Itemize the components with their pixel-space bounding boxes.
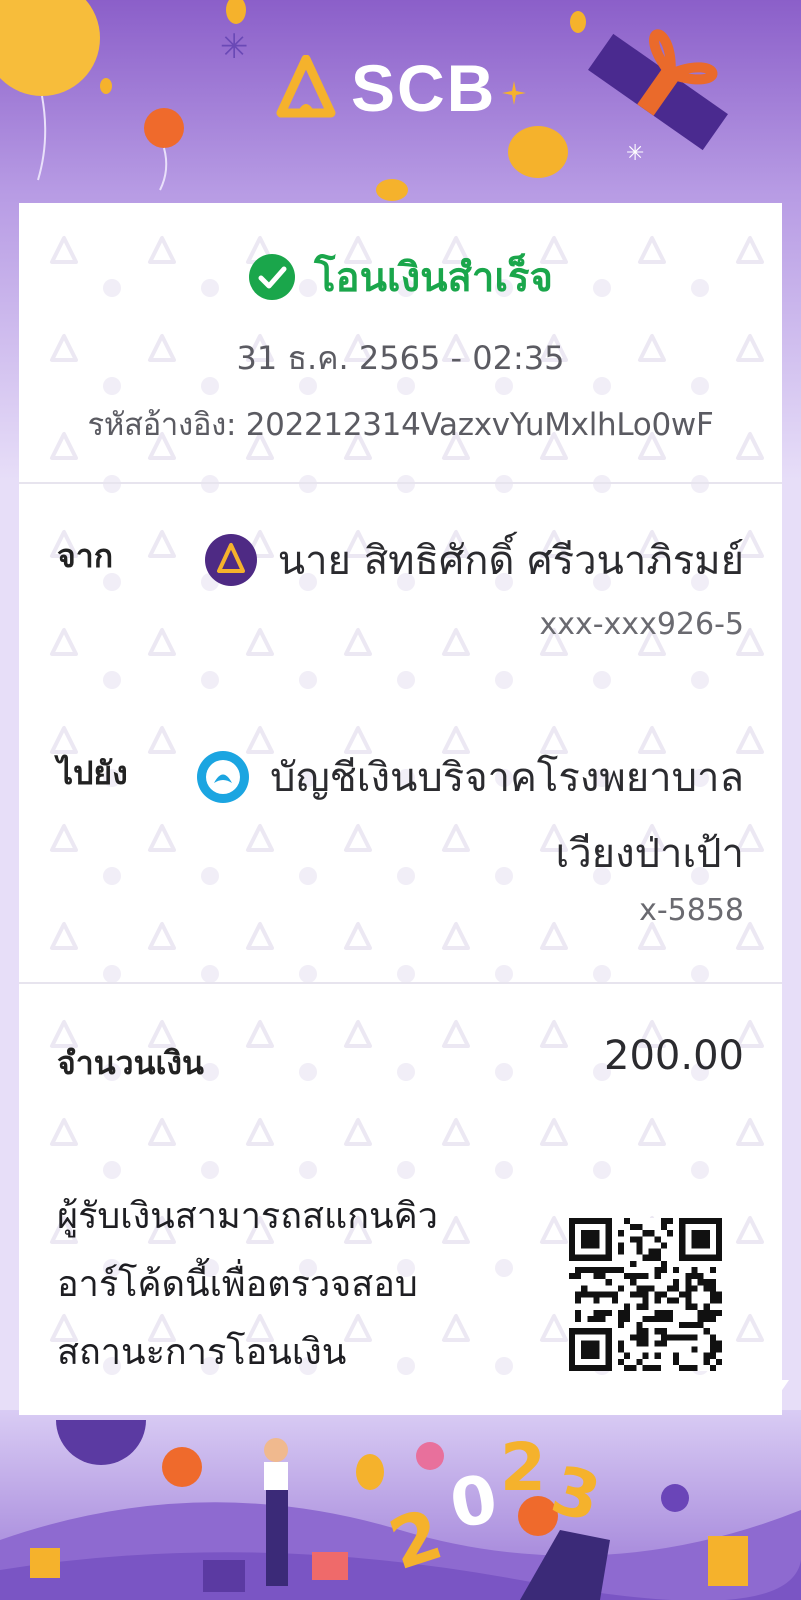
- scb-lotus-icon: [276, 55, 336, 118]
- scb-logo: SCB: [275, 52, 528, 124]
- svg-text:✳: ✳: [220, 27, 249, 67]
- to-name-line2: เวียงป่าเป้า: [555, 831, 744, 877]
- from-account-holder: นาย สิทธิศักดิ์ ศรีวนาภิรมย์: [204, 528, 744, 592]
- transfer-status: โอนเงินสำเร็จ: [314, 255, 553, 301]
- qr-instruction-line: ผู้รับเงินสามารถสแกนคิว: [57, 1196, 438, 1237]
- to-account-holder: บัญชีเงินบริจาคโรงพยาบาล: [196, 745, 744, 809]
- sparkle-icon: [502, 81, 527, 105]
- check-circle-icon: [249, 254, 296, 300]
- from-label: จาก: [57, 537, 114, 575]
- from-name: นาย สิทธิศักดิ์ ศรีวนาภิรมย์: [277, 538, 744, 584]
- reference-number: รหัสอ้างอิง: 202212314VazxvYuMxlhLo0wF: [87, 407, 714, 443]
- transfer-datetime: 31 ธ.ค. 2565 - 02:35: [236, 339, 565, 377]
- balloon-icon: [144, 108, 184, 148]
- bottom-decoration: [19, 1380, 789, 1396]
- krungthai-logo-icon: [197, 751, 250, 803]
- to-name-line1: บัญชีเงินบริจาคโรงพยาบาล: [270, 755, 744, 801]
- divider: [19, 982, 782, 984]
- status-row: โอนเงินสำเร็จ: [19, 245, 782, 309]
- qr-instruction-line: สถานะการโอนเงิน: [57, 1332, 347, 1373]
- qr-instruction-line: อาร์โค้ดนี้เพื่อตรวจสอบ: [57, 1264, 418, 1305]
- to-label: ไปยัง: [57, 754, 128, 792]
- scb-logo-icon: [204, 534, 257, 586]
- qr-instruction: ผู้รับเงินสามารถสแกนคิว อาร์โค้ดนี้เพื่อ…: [57, 1183, 477, 1387]
- brand-name: SCB: [351, 51, 497, 125]
- to-account-number: x-5858: [639, 893, 744, 928]
- from-account-number: xxx-xxx926-5: [539, 607, 744, 642]
- coin-icon: [508, 126, 568, 178]
- verification-qr-code[interactable]: [569, 1218, 722, 1371]
- amount-label: จำนวนเงิน: [57, 1044, 204, 1082]
- divider: [19, 482, 782, 484]
- amount-value: 200.00: [604, 1033, 744, 1079]
- svg-text:✳: ✳: [626, 141, 644, 166]
- receipt-card: โอนเงินสำเร็จ 31 ธ.ค. 2565 - 02:35 รหัสอ…: [19, 203, 782, 1415]
